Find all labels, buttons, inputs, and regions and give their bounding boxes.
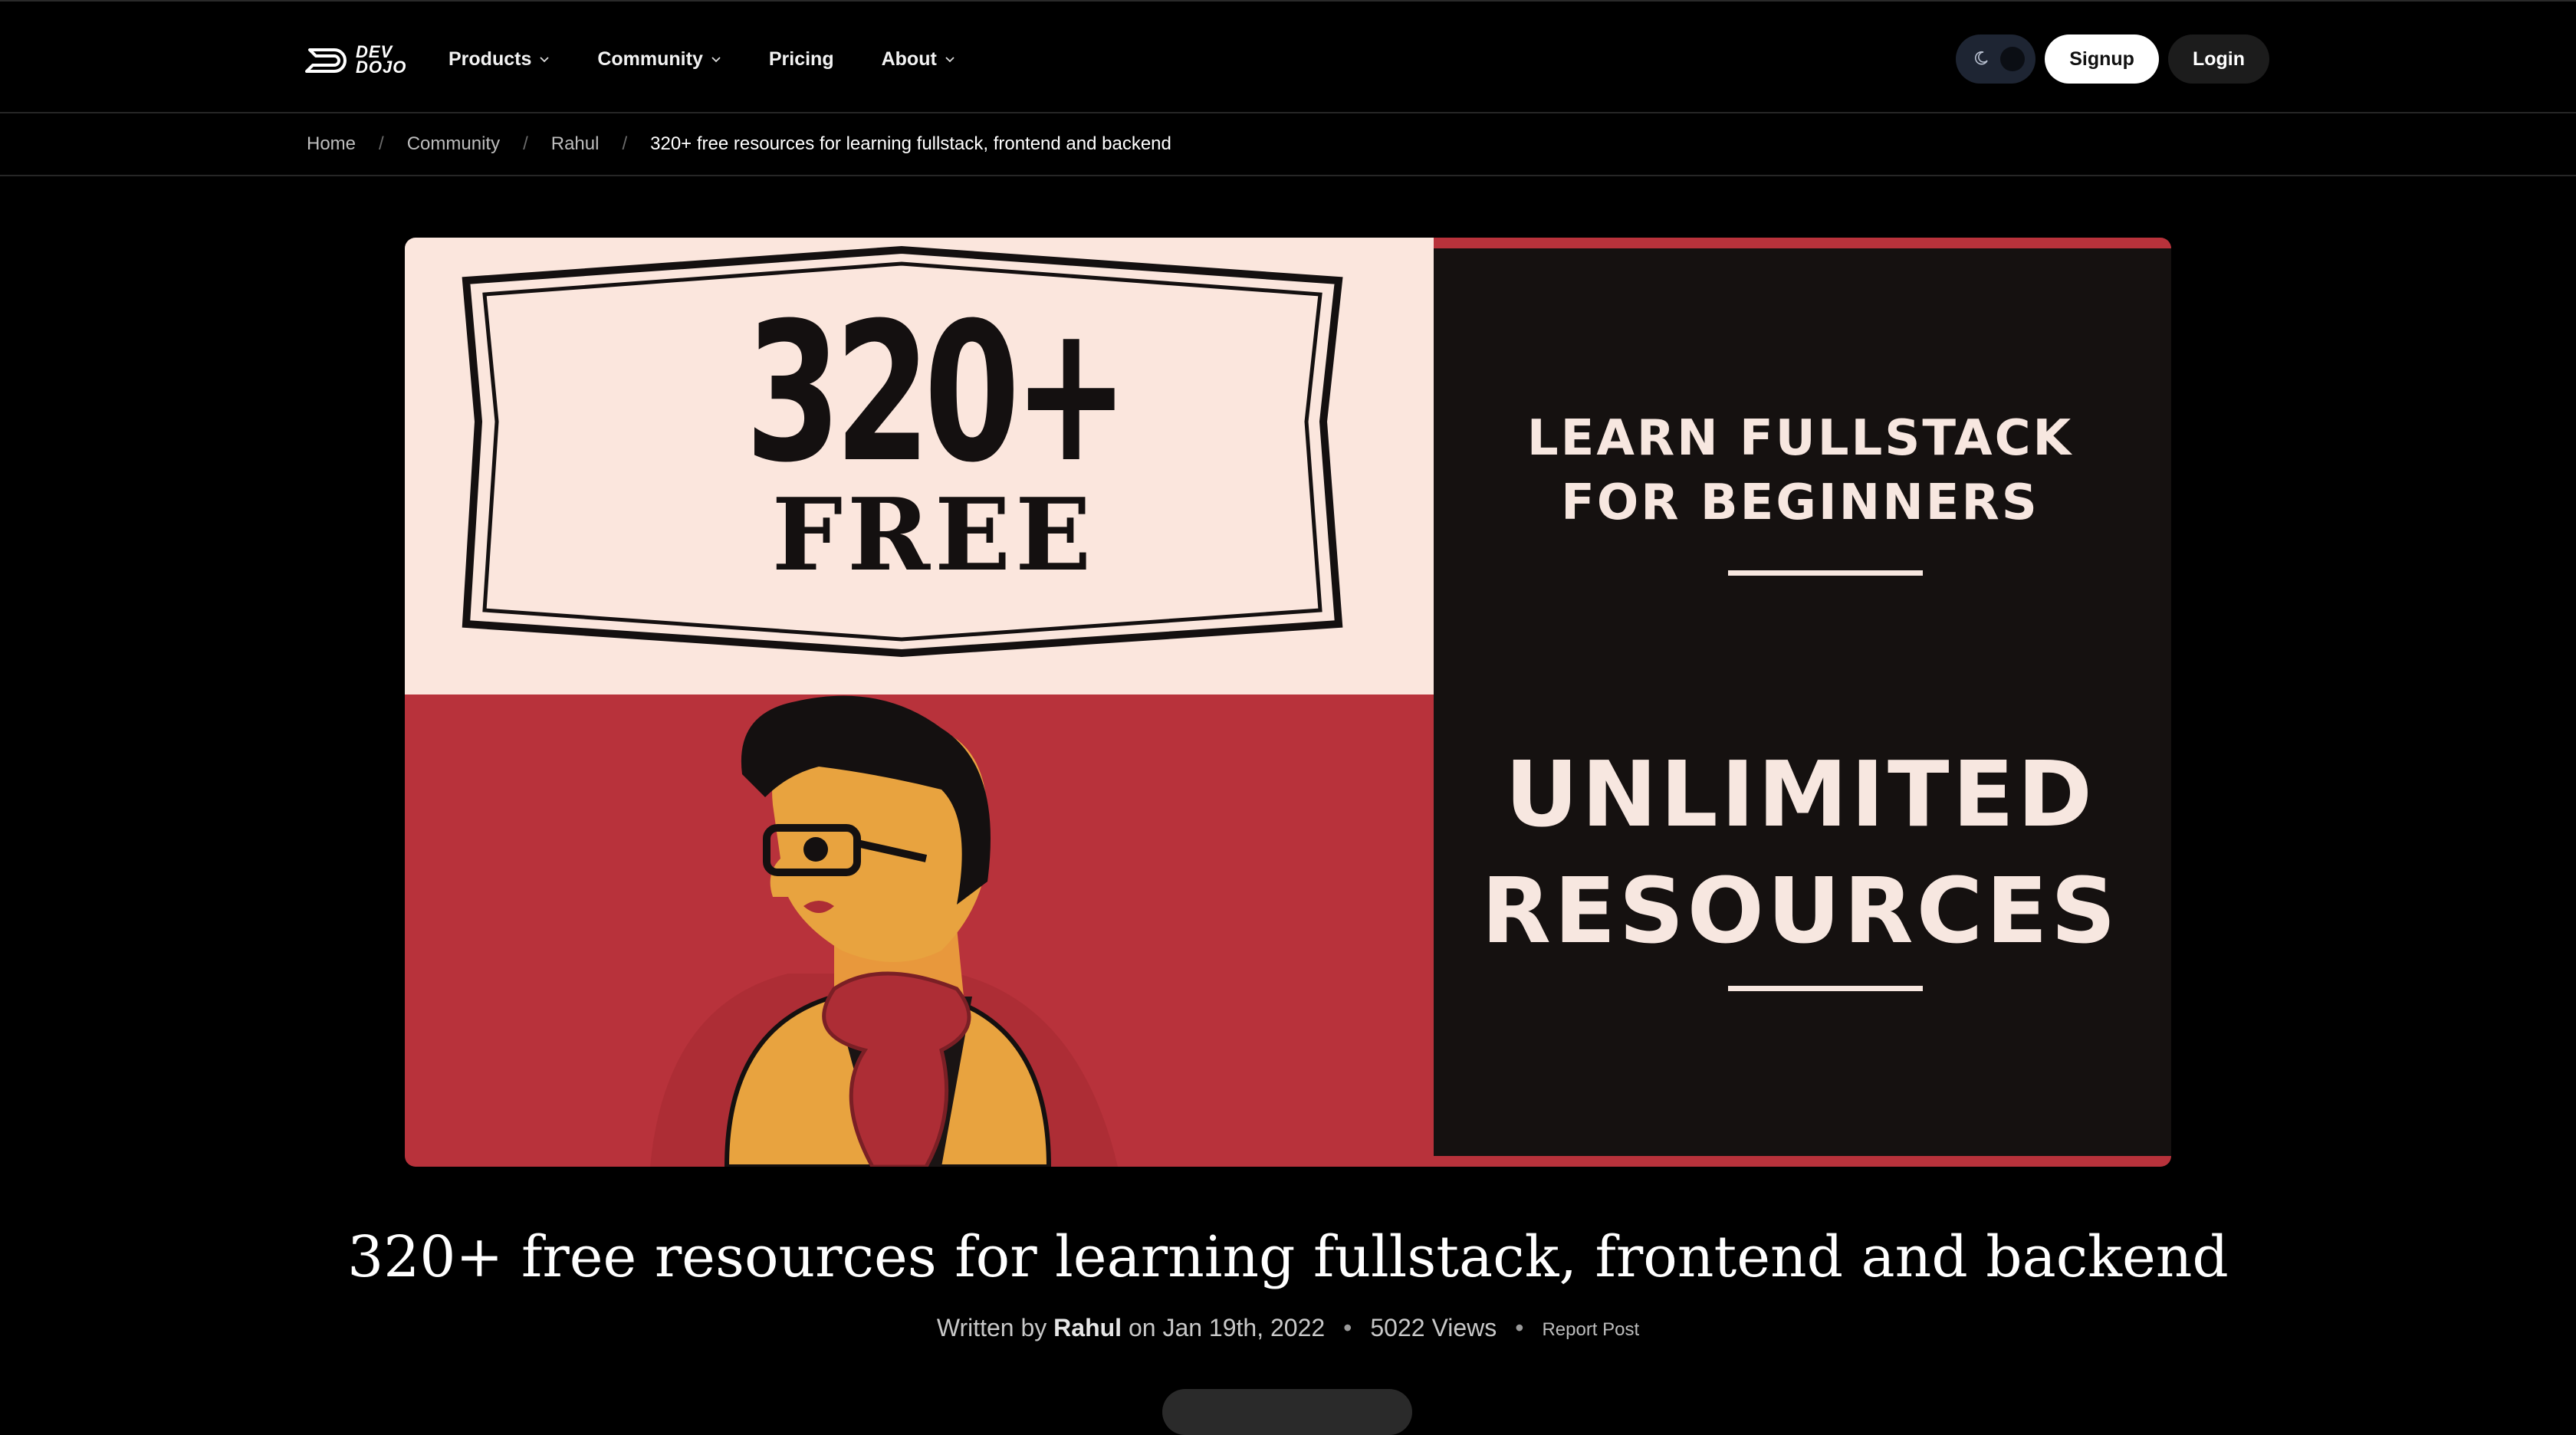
nav-community[interactable]: Community: [597, 48, 721, 71]
site-logo[interactable]: DEV DOJO: [305, 41, 406, 78]
article-cover-image: 320+ FREE LEARN FULLSTACK FOR BEGINNERS …: [405, 238, 2171, 1167]
cover-unlimited-line: UNLIMITED: [1504, 741, 2096, 847]
logo-wordmark: DEV DOJO: [356, 44, 407, 77]
breadcrumb-community[interactable]: Community: [407, 133, 500, 155]
login-button[interactable]: Login: [2167, 34, 2269, 84]
nav-products-label: Products: [449, 48, 532, 70]
meta-separator: •: [1343, 1314, 1352, 1341]
author-link[interactable]: Rahul: [1053, 1314, 1122, 1342]
breadcrumb-items: Home / Community / Rahul / 320+ free res…: [307, 133, 1171, 155]
article-meta: Written by Rahul on Jan 19th, 2022 • 502…: [0, 1314, 2576, 1342]
breadcrumb-separator: /: [523, 133, 528, 154]
top-navbar: DEV DOJO Products Community Pricing Abou…: [0, 0, 2576, 113]
header-actions: Signup Login: [1956, 34, 2269, 84]
signup-button[interactable]: Signup: [2045, 34, 2159, 84]
partial-action-button[interactable]: [1162, 1389, 1412, 1435]
chevron-down-icon: [711, 57, 721, 63]
meta-separator: •: [1515, 1314, 1524, 1341]
logo-line-2: DOJO: [356, 57, 407, 77]
moon-icon: [1975, 51, 1988, 65]
cover-count-text: 320+: [744, 281, 1129, 504]
breadcrumb-separator: /: [379, 133, 384, 154]
cover-learn-line-2: FOR BEGINNERS: [1561, 475, 2039, 531]
cover-free-text: FREE: [771, 476, 1096, 593]
main-nav: Products Community Pricing About: [449, 41, 1003, 77]
cover-learn-text: LEARN FULLSTACK FOR BEGINNERS: [1432, 406, 2168, 535]
publish-date: Jan 19th, 2022: [1162, 1314, 1326, 1341]
devdojo-logo-icon: [305, 48, 347, 73]
cover-resources-line: RESOURCES: [1481, 858, 2119, 964]
breadcrumb-home[interactable]: Home: [307, 133, 356, 155]
breadcrumb-author[interactable]: Rahul: [551, 133, 600, 155]
date-prefix: on: [1128, 1314, 1156, 1341]
nav-community-label: Community: [597, 48, 703, 70]
nav-about-label: About: [881, 48, 937, 70]
breadcrumb-current: 320+ free resources for learning fullsta…: [650, 133, 1171, 154]
view-count: 5022 Views: [1370, 1314, 1497, 1341]
nav-pricing[interactable]: Pricing: [769, 48, 834, 71]
report-post-link[interactable]: Report Post: [1542, 1319, 1639, 1341]
nav-products[interactable]: Products: [449, 48, 550, 71]
nav-about[interactable]: About: [882, 48, 955, 71]
article-title: 320+ free resources for learning fullsta…: [347, 1224, 2229, 1290]
breadcrumb-separator: /: [622, 133, 628, 154]
theme-toggle[interactable]: [1956, 34, 2036, 84]
written-by-label: Written by: [936, 1314, 1047, 1341]
toggle-knob: [2000, 47, 2026, 71]
chevron-down-icon: [540, 57, 549, 63]
breadcrumb: Home / Community / Rahul / 320+ free res…: [0, 113, 2576, 176]
cover-unlimited-text: UNLIMITED RESOURCES: [1432, 736, 2168, 969]
cover-learn-line-1: LEARN FULLSTACK: [1526, 410, 2074, 467]
chevron-down-icon: [945, 57, 955, 63]
nav-pricing-label: Pricing: [768, 48, 834, 70]
